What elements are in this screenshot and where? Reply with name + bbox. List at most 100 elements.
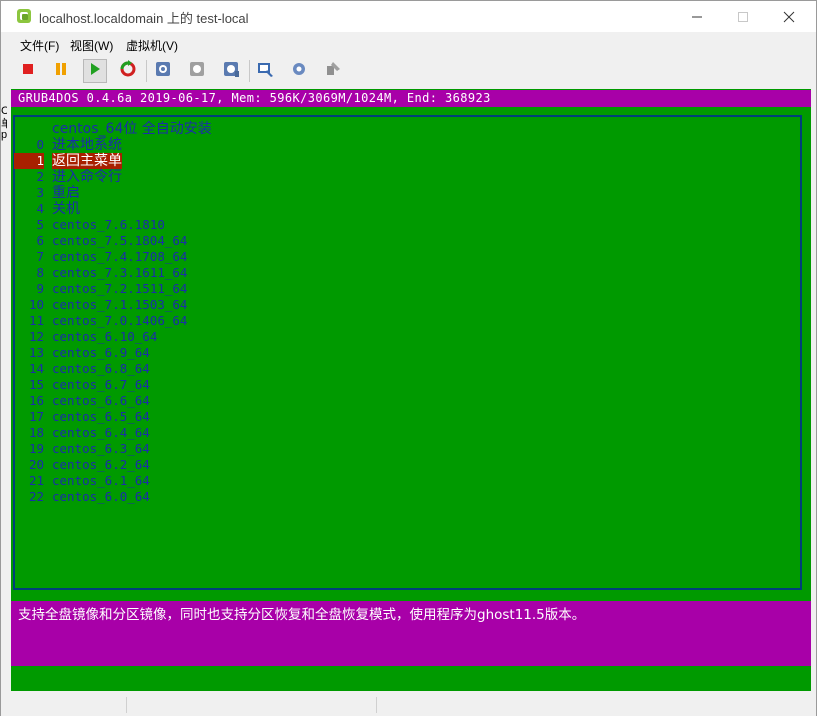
boot-entry-label: 进本地系统 xyxy=(52,137,122,153)
boot-entry-label: 进入命令行 xyxy=(52,169,122,185)
play-icon xyxy=(88,62,102,81)
boot-entry-label: centos_7.3.1611_64 xyxy=(52,265,188,280)
boot-entry[interactable]: 17 centos_6.5_64 xyxy=(14,409,150,425)
boot-entry-label: centos_6.10_64 xyxy=(52,329,158,344)
toolbar xyxy=(1,57,816,87)
boot-entry-label: centos_6.2_64 xyxy=(52,457,150,472)
install-tools-button[interactable] xyxy=(321,59,345,83)
menu-view[interactable]: 视图(W) xyxy=(70,37,113,54)
snapshot-icon xyxy=(154,60,172,83)
boot-entry-number: 7 xyxy=(36,249,44,264)
boot-entry[interactable]: 21 centos_6.1_64 xyxy=(14,473,150,489)
boot-entry[interactable]: 16 centos_6.6_64 xyxy=(14,393,150,409)
vm-console-screen[interactable]: GRUB4DOS 0.4.6a 2019-06-17, Mem: 596K/30… xyxy=(11,89,811,691)
status-segment xyxy=(1,697,127,713)
window-title: localhost.localdomain 上的 test-local xyxy=(39,11,249,26)
boot-entry-label: centos_6.7_64 xyxy=(52,377,150,392)
boot-entry-label: centos_7.5.1804_64 xyxy=(52,233,188,248)
boot-entry-number: 18 xyxy=(28,425,44,440)
boot-entry-label: 返回主菜单 xyxy=(52,153,122,169)
reset-icon xyxy=(119,59,137,83)
stop-button[interactable] xyxy=(16,59,40,83)
boot-entry-number: 6 xyxy=(36,233,44,248)
entry-description: 支持全盘镜像和分区镜像，同时也支持分区恢复和全盘恢复模式，使用程序为ghost1… xyxy=(18,607,586,623)
boot-entry-number: 8 xyxy=(36,265,44,280)
console-settings-icon xyxy=(256,60,274,83)
grub-header-bar: GRUB4DOS 0.4.6a 2019-06-17, Mem: 596K/30… xyxy=(11,90,811,107)
revert-snapshot-icon xyxy=(188,60,206,83)
manage-snapshot-button[interactable] xyxy=(219,59,243,83)
vm-console-window: localhost.localdomain 上的 test-local 文件(F… xyxy=(0,0,817,716)
boot-entry[interactable]: 22 centos_6.0_64 xyxy=(14,489,150,505)
boot-entry[interactable]: 18 centos_6.4_64 xyxy=(14,425,150,441)
maximize-button[interactable] xyxy=(720,1,766,32)
boot-entry-number: 3 xyxy=(36,185,44,200)
pause-button[interactable] xyxy=(49,59,73,83)
boot-entry[interactable]: 0 进本地系统 xyxy=(14,137,122,153)
boot-entry-label: centos_6.6_64 xyxy=(52,393,150,408)
boot-entry-number: 11 xyxy=(28,313,44,328)
boot-entry[interactable]: 20 centos_6.2_64 xyxy=(14,457,150,473)
boot-entry[interactable]: 7 centos_7.4.1708_64 xyxy=(14,249,187,265)
minimize-button[interactable] xyxy=(674,1,720,32)
boot-entry-number: 5 xyxy=(36,217,44,232)
boot-entry[interactable]: 13 centos_6.9_64 xyxy=(14,345,150,361)
boot-entry[interactable]: 4 关机 xyxy=(14,201,80,217)
boot-entry[interactable]: 5 centos_7.6.1810 xyxy=(14,217,164,233)
boot-entry[interactable]: 12 centos_6.10_64 xyxy=(14,329,157,345)
revert-snapshot-button[interactable] xyxy=(185,59,209,83)
boot-entry-number: 21 xyxy=(28,473,44,488)
console-settings-button[interactable] xyxy=(253,59,277,83)
reset-button[interactable] xyxy=(116,59,140,83)
boot-entry-number: 12 xyxy=(28,329,44,344)
boot-entry-label: centos_6.5_64 xyxy=(52,409,150,424)
manage-snapshot-icon xyxy=(222,60,240,83)
boot-entry[interactable]: 1 返回主菜单 xyxy=(14,153,122,169)
boot-entry-label: 重启 xyxy=(52,185,80,201)
grub-header: GRUB4DOS 0.4.6a 2019-06-17, Mem: 596K/30… xyxy=(18,91,491,105)
boot-entry[interactable]: 19 centos_6.3_64 xyxy=(14,441,150,457)
boot-entry[interactable]: 2 进入命令行 xyxy=(14,169,122,185)
boot-entry-number: 2 xyxy=(36,169,44,184)
boot-menu-title: centos_64位 全自动安装 xyxy=(52,121,212,137)
boot-entry-number: 9 xyxy=(36,281,44,296)
boot-entry[interactable]: 15 centos_6.7_64 xyxy=(14,377,150,393)
menu-vm[interactable]: 虚拟机(V) xyxy=(126,37,178,54)
boot-entry[interactable]: 3 重启 xyxy=(14,185,80,201)
menu-file[interactable]: 文件(F) xyxy=(20,37,59,54)
power-on-button[interactable] xyxy=(83,59,107,83)
boot-entry-number: 16 xyxy=(28,393,44,408)
boot-entry-label: 关机 xyxy=(52,201,80,217)
boot-entry[interactable]: 10 centos_7.1.1503_64 xyxy=(14,297,188,313)
boot-entry-label: centos_7.2.1511_64 xyxy=(52,281,188,296)
boot-entry-number: 1 xyxy=(14,153,44,169)
toolbar-separator xyxy=(146,60,147,82)
boot-entry-label: centos_7.4.1708_64 xyxy=(52,249,188,264)
edit-settings-button[interactable] xyxy=(287,59,311,83)
boot-entry-label: centos_6.4_64 xyxy=(52,425,150,440)
boot-entry[interactable]: 8 centos_7.3.1611_64 xyxy=(14,265,187,281)
clipped-text: p xyxy=(1,129,7,141)
boot-entry-number: 0 xyxy=(36,137,44,152)
boot-entry-label: centos_6.8_64 xyxy=(52,361,150,376)
screen-footer xyxy=(11,666,811,691)
status-bar xyxy=(1,694,816,716)
close-button[interactable] xyxy=(766,1,812,32)
boot-entry-label: centos_6.9_64 xyxy=(52,345,150,360)
boot-entry[interactable]: 11 centos_7.0.1406_64 xyxy=(14,313,188,329)
boot-entry-number: 19 xyxy=(28,441,44,456)
boot-entry-number: 22 xyxy=(28,489,44,504)
boot-entry-number: 17 xyxy=(28,409,44,424)
boot-entry-label: centos_6.1_64 xyxy=(52,473,150,488)
boot-entry[interactable]: 9 centos_7.2.1511_64 xyxy=(14,281,187,297)
boot-entry-number: 20 xyxy=(28,457,44,472)
status-segment xyxy=(126,697,377,713)
install-tools-icon xyxy=(324,60,342,83)
boot-entry[interactable]: 14 centos_6.8_64 xyxy=(14,361,150,377)
boot-entry-number: 4 xyxy=(36,201,44,216)
vmware-app-icon xyxy=(16,8,32,24)
snapshot-button[interactable] xyxy=(151,59,175,83)
boot-entry-label: centos_6.3_64 xyxy=(52,441,150,456)
boot-entry-number: 13 xyxy=(28,345,44,360)
boot-entry[interactable]: 6 centos_7.5.1804_64 xyxy=(14,233,187,249)
